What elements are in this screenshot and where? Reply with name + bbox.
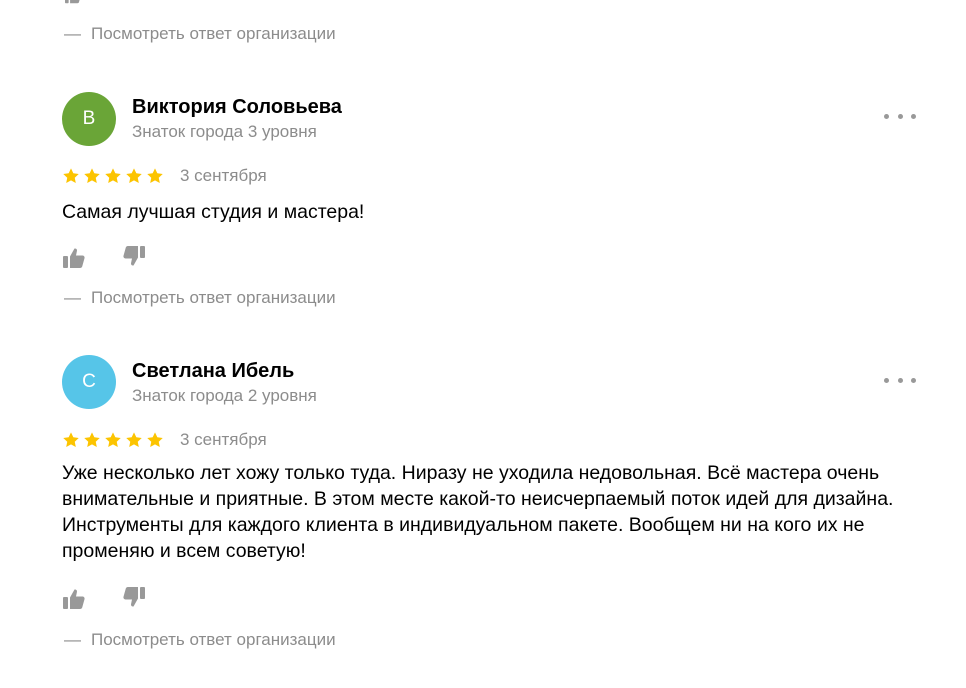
author-level: Знаток города 2 уровня [132, 386, 317, 405]
view-org-response-label: Посмотреть ответ организации [91, 630, 336, 649]
dash: — [64, 288, 81, 307]
view-org-response-label: Посмотреть ответ организации [91, 288, 336, 307]
view-org-response-link[interactable]: — Посмотреть ответ организации [64, 288, 336, 308]
star-icon [104, 431, 122, 449]
author-name[interactable]: Виктория Соловьева [132, 95, 342, 119]
view-org-response-label: Посмотреть ответ организации [91, 24, 336, 43]
author-level: Знаток города 3 уровня [132, 122, 317, 141]
star-icon [62, 431, 80, 449]
star-icon [83, 167, 101, 185]
view-org-response-link[interactable]: — Посмотреть ответ организации [64, 630, 336, 650]
thumbs-down-icon[interactable] [122, 586, 146, 608]
star-icon [146, 431, 164, 449]
avatar-letter: С [82, 371, 96, 392]
more-options-button[interactable] [884, 106, 916, 126]
star-icon [125, 431, 143, 449]
thumbs-up-icon[interactable] [62, 588, 86, 610]
star-icon [146, 167, 164, 185]
dash: — [64, 24, 81, 43]
more-dot [897, 113, 903, 119]
review-date: 3 сентября [180, 166, 267, 185]
thumbs-up-icon[interactable] [62, 247, 86, 269]
dash: — [64, 630, 81, 649]
star-icon [62, 167, 80, 185]
avatar-letter: В [82, 108, 96, 129]
review-text: Уже несколько лет хожу только туда. Нира… [62, 462, 894, 562]
star-icon [83, 431, 101, 449]
more-dot [911, 377, 916, 383]
review-text: Самая лучшая студия и мастера! [62, 201, 365, 223]
rating-stars [62, 167, 164, 185]
more-dots-icon [884, 377, 889, 383]
star-icon [125, 167, 143, 185]
rating-stars [62, 431, 164, 449]
avatar[interactable]: С [62, 355, 116, 409]
review-date: 3 сентября [180, 430, 267, 449]
more-options-button[interactable] [884, 370, 916, 390]
star-icon [104, 167, 122, 185]
thumbs-up-icon[interactable] [62, 0, 84, 4]
thumbs-down-icon[interactable] [122, 245, 146, 267]
more-dots-icon [884, 113, 889, 119]
author-name[interactable]: Светлана Ибель [132, 359, 294, 383]
avatar[interactable]: В [62, 92, 116, 146]
more-dot [897, 377, 903, 383]
more-dot [911, 113, 916, 119]
view-org-response-link[interactable]: — Посмотреть ответ организации [64, 24, 336, 44]
